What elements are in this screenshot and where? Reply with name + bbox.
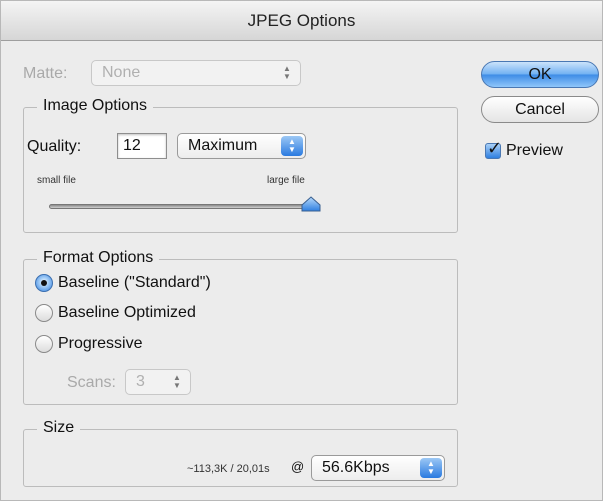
radio-label: Baseline Optimized xyxy=(58,304,196,321)
size-title: Size xyxy=(37,419,81,437)
quality-field[interactable]: 12 xyxy=(117,133,167,159)
preview-checkbox[interactable]: ✓ xyxy=(485,138,502,159)
preview-label[interactable]: Preview xyxy=(506,142,563,160)
download-speed-value: 56.6Kbps xyxy=(322,459,390,476)
download-speed-select[interactable]: 56.6Kbps ▲ ▼ xyxy=(311,455,445,481)
radio-label: Progressive xyxy=(58,335,143,352)
scans-label: Scans: xyxy=(67,374,116,391)
radio-button[interactable] xyxy=(35,304,53,322)
radio-button[interactable] xyxy=(35,335,53,353)
scans-select[interactable]: 3 ▲ ▼ xyxy=(125,369,191,395)
quality-preset-value: Maximum xyxy=(188,137,258,154)
radio-baseline-standard[interactable]: Baseline ("Standard") xyxy=(35,274,211,292)
jpeg-options-dialog: JPEG Options Matte: None ▲ ▼ Image Option… xyxy=(0,0,603,501)
radio-baseline-optimized[interactable]: Baseline Optimized xyxy=(35,304,196,322)
image-options-title: Image Options xyxy=(37,97,154,115)
size-estimate: ~113,3K / 20,01s xyxy=(187,463,270,475)
image-options-group xyxy=(23,107,458,233)
matte-select-value: None xyxy=(102,64,141,81)
ok-button[interactable]: OK xyxy=(481,61,599,88)
quality-preset-select[interactable]: Maximum ▲ ▼ xyxy=(177,133,306,159)
small-file-label: small file xyxy=(37,175,76,186)
popup-arrows-icon: ▲ ▼ xyxy=(420,458,442,478)
quality-slider-thumb[interactable] xyxy=(301,196,321,212)
popup-arrows-icon: ▲ ▼ xyxy=(283,64,291,81)
radio-button[interactable] xyxy=(35,274,53,292)
radio-label: Baseline ("Standard") xyxy=(58,274,211,291)
popup-arrows-icon: ▲ ▼ xyxy=(281,136,303,156)
scans-select-value: 3 xyxy=(136,373,145,390)
popup-arrows-icon: ▲ ▼ xyxy=(173,373,181,390)
quality-slider-track[interactable] xyxy=(49,204,311,209)
matte-select[interactable]: None ▲ ▼ xyxy=(91,60,301,86)
format-options-title: Format Options xyxy=(37,249,160,267)
cancel-button[interactable]: Cancel xyxy=(481,96,599,123)
dialog-title: JPEG Options xyxy=(1,1,602,41)
quality-label: Quality: xyxy=(27,138,82,155)
large-file-label: large file xyxy=(267,175,305,186)
radio-progressive[interactable]: Progressive xyxy=(35,335,142,353)
checkmark-icon: ✓ xyxy=(487,138,503,158)
at-sign: @ xyxy=(291,459,305,474)
matte-label: Matte: xyxy=(23,65,68,82)
